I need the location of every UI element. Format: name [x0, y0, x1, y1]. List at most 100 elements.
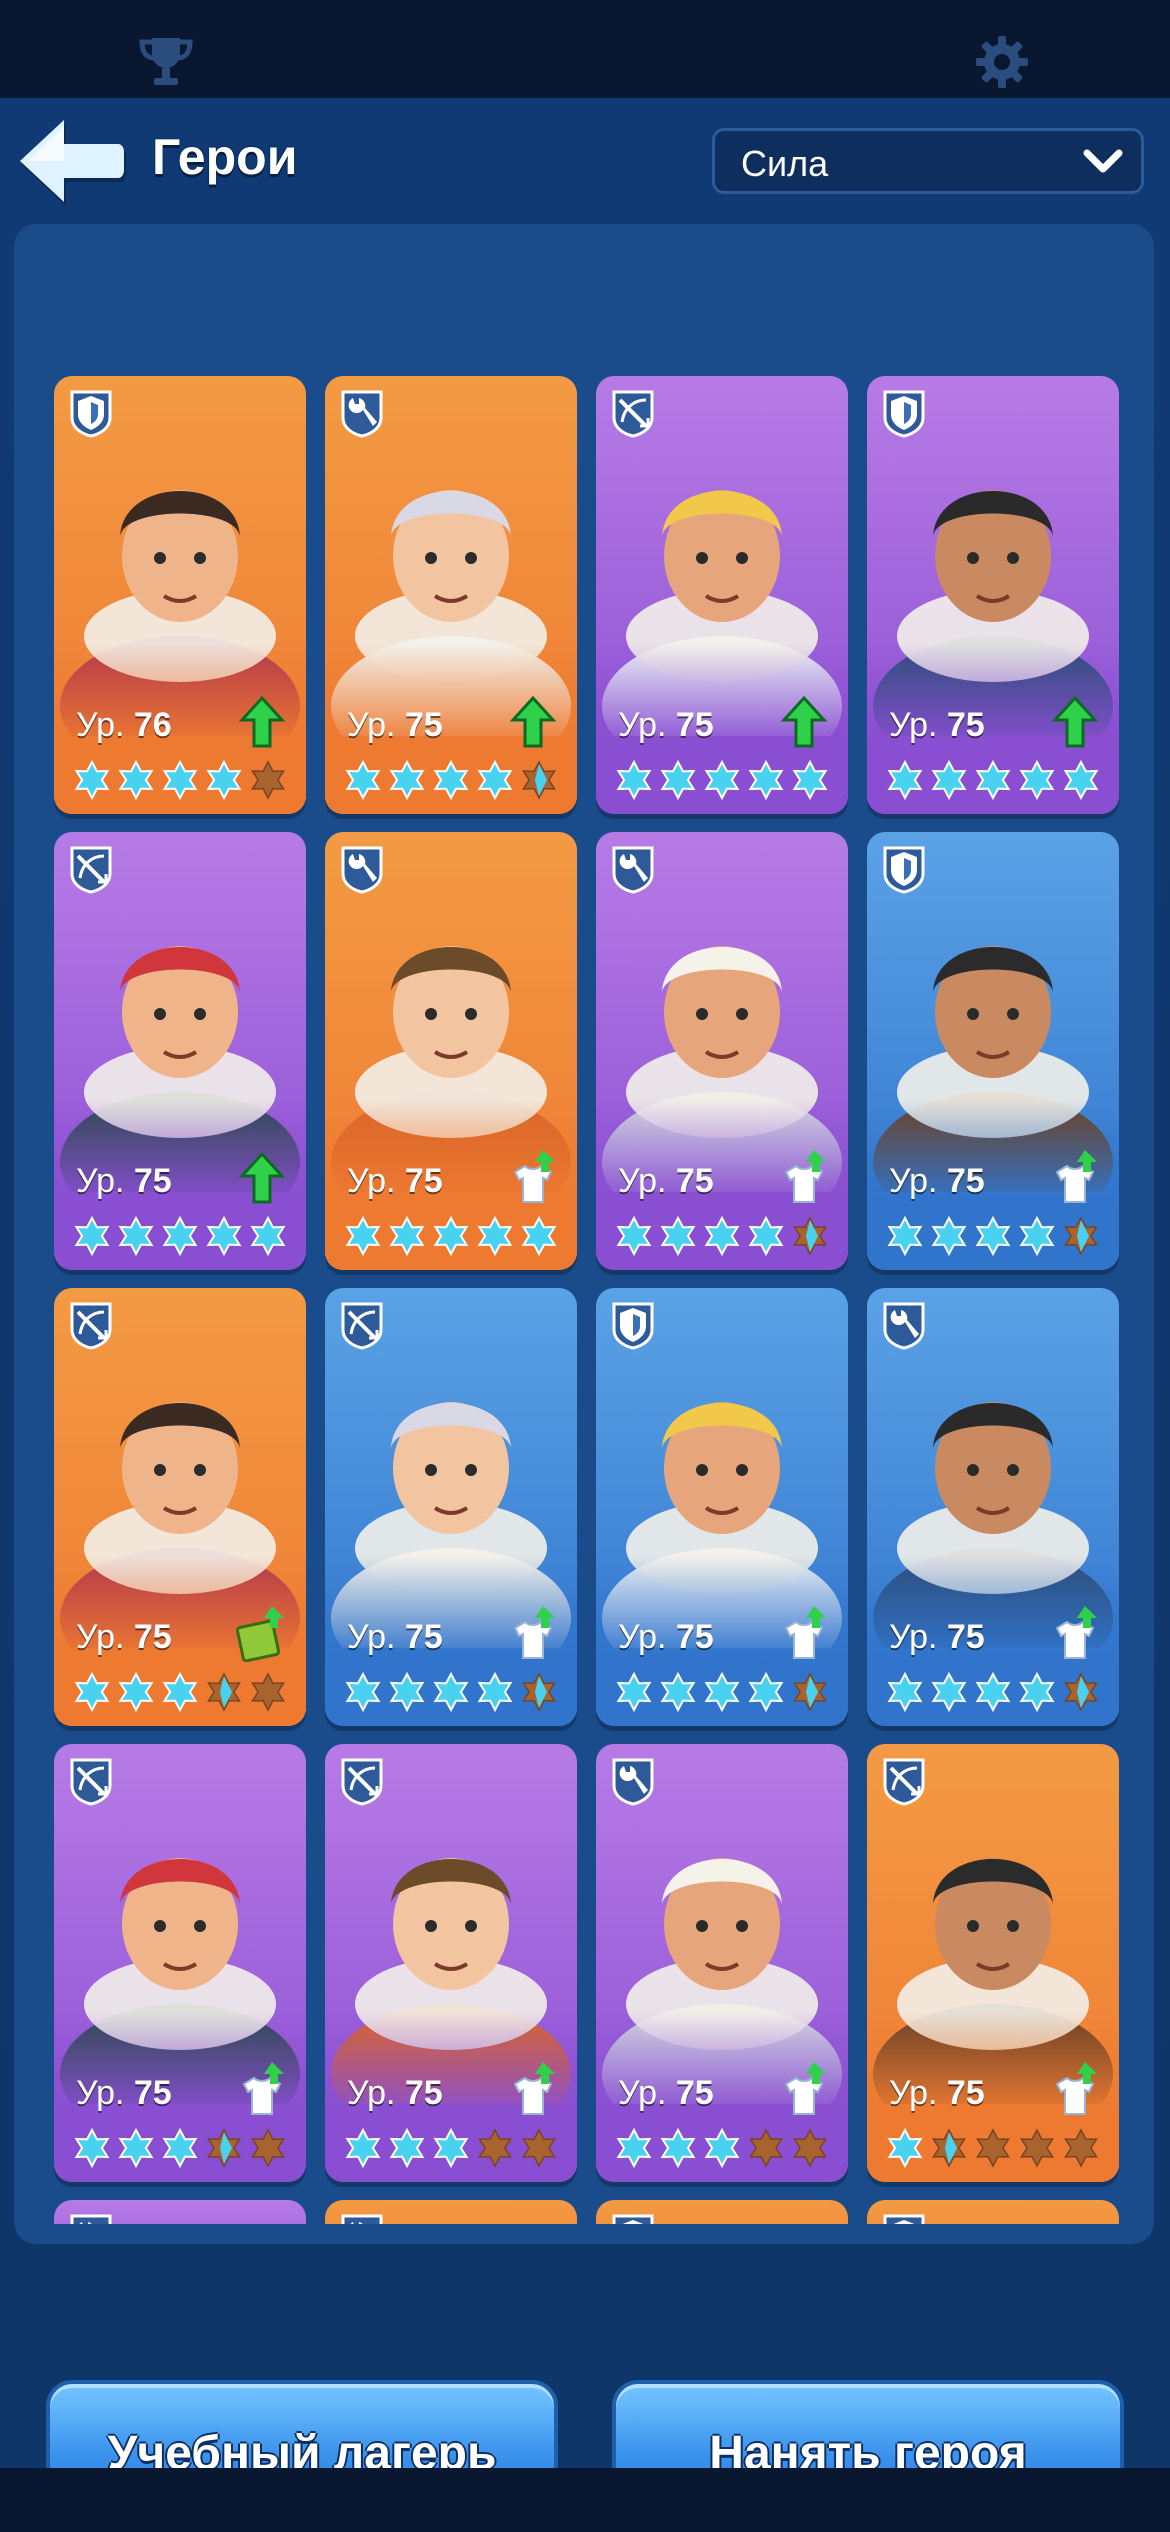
level-value: 76 — [133, 706, 172, 744]
level-prefix: Ур. — [347, 2074, 396, 2112]
hero-stars — [887, 760, 1099, 800]
level-value: 75 — [404, 2074, 443, 2112]
hero-level: Ур. 75 — [618, 2074, 714, 2113]
hero-card[interactable]: Ур. 75 — [325, 832, 577, 1270]
level-prefix: Ур. — [889, 706, 938, 744]
hero-level: Ур. 75 — [347, 706, 443, 745]
hero-card[interactable]: Ур. 75 — [325, 1288, 577, 1726]
hero-level: Ур. 75 — [76, 2074, 172, 2113]
level-value: 75 — [133, 1618, 172, 1656]
header: Герои Сила — [0, 98, 1170, 218]
heroes-grid[interactable]: Ур. 76 Ур. 75 Ур. 75 Ур. 75 Ур. 75 Ур. 75 Ур. … — [14, 224, 1154, 2224]
upgrade-gear-icon — [513, 1150, 555, 1203]
wrench-icon — [612, 1758, 654, 1806]
hero-stars — [74, 2128, 285, 2168]
hero-card[interactable]: Ур. 75 — [867, 1288, 1119, 1726]
trophy-icon[interactable] — [134, 30, 198, 94]
hero-stars — [616, 1216, 827, 1256]
sort-dropdown[interactable]: Сила — [712, 128, 1144, 194]
hero-level: Ур. 75 — [618, 1162, 714, 1201]
level-prefix: Ур. — [347, 1162, 396, 1200]
page-title: Герои — [152, 129, 298, 185]
level-prefix: Ур. — [889, 1162, 938, 1200]
hero-card[interactable]: Ур. 75 — [867, 832, 1119, 1270]
level-value: 75 — [946, 706, 985, 744]
shield-icon — [883, 2214, 925, 2224]
wrench-icon — [70, 2214, 112, 2224]
hero-stars — [616, 1672, 827, 1712]
hero-level: Ур. 75 — [889, 2074, 985, 2113]
gear-icon[interactable] — [970, 30, 1034, 94]
sort-value: Сила — [741, 143, 829, 184]
crossbow-icon — [612, 390, 654, 438]
level-value: 75 — [675, 2074, 714, 2112]
hero-card[interactable]: Ур. 75 — [325, 376, 577, 814]
crossbow-icon — [70, 1302, 112, 1350]
hero-card[interactable] — [54, 2200, 306, 2224]
hero-card[interactable] — [596, 2200, 848, 2224]
crossbow-icon — [70, 1758, 112, 1806]
hero-card[interactable]: Ур. 75 — [596, 376, 848, 814]
hero-card[interactable]: Ур. 75 — [596, 1744, 848, 2182]
crossbow-icon — [883, 1758, 925, 1806]
heroes-screen: Герои Сила Ур. 76 Ур. 75 Ур. 75 Ур. 75 Ур. 7… — [0, 98, 1170, 2518]
chevron-down-icon — [1083, 149, 1123, 173]
level-prefix: Ур. — [618, 2074, 667, 2112]
hero-level: Ур. 75 — [347, 2074, 443, 2113]
crossbow-icon — [341, 1758, 383, 1806]
top-bar — [0, 0, 1170, 98]
hero-level: Ур. 75 — [889, 1618, 985, 1657]
level-prefix: Ур. — [347, 706, 396, 744]
shield-icon — [883, 390, 925, 438]
shield-icon — [883, 846, 925, 894]
hero-level: Ур. 75 — [889, 1162, 985, 1201]
hero-stars — [345, 2128, 556, 2168]
hero-level: Ур. 75 — [618, 1618, 714, 1657]
hero-card[interactable] — [325, 2200, 577, 2224]
hero-card[interactable]: Ур. 76 — [54, 376, 306, 814]
upgrade-arrow-icon — [509, 695, 557, 748]
shield-icon — [70, 390, 112, 438]
level-prefix: Ур. — [889, 2074, 938, 2112]
level-value: 75 — [675, 706, 714, 744]
upgrade-gear-icon — [1055, 2062, 1097, 2115]
heroes-grid-panel: Ур. 76 Ур. 75 Ур. 75 Ур. 75 Ур. 75 Ур. 75 Ур. … — [14, 224, 1154, 2244]
shield-icon — [612, 1302, 654, 1350]
upgrade-gear-icon — [784, 1606, 826, 1659]
wrench-icon — [612, 846, 654, 894]
level-value: 75 — [946, 2074, 985, 2112]
upgrade-arrow-icon — [780, 695, 828, 748]
hero-card[interactable]: Ур. 75 — [596, 1288, 848, 1726]
hero-stars — [887, 2128, 1098, 2168]
hero-stars — [345, 1216, 557, 1256]
hero-card[interactable]: Ур. 75 — [867, 376, 1119, 814]
hero-level: Ур. 75 — [76, 1162, 172, 1201]
level-prefix: Ур. — [618, 1162, 667, 1200]
hero-level: Ур. 76 — [76, 706, 172, 745]
hero-card[interactable]: Ур. 75 — [596, 832, 848, 1270]
hero-level: Ур. 75 — [618, 706, 714, 745]
wrench-icon — [341, 390, 383, 438]
level-prefix: Ур. — [76, 706, 125, 744]
crossbow-icon — [341, 1302, 383, 1350]
hero-card[interactable]: Ур. 75 — [867, 1744, 1119, 2182]
upgrade-book-icon — [235, 1606, 284, 1662]
level-prefix: Ур. — [618, 706, 667, 744]
hero-card[interactable] — [867, 2200, 1119, 2224]
hero-card[interactable]: Ур. 75 — [54, 832, 306, 1270]
upgrade-gear-icon — [513, 2062, 555, 2115]
hero-card[interactable]: Ур. 75 — [54, 1288, 306, 1726]
back-arrow-icon[interactable] — [14, 116, 126, 206]
hero-level: Ур. 75 — [889, 706, 985, 745]
hero-card[interactable]: Ур. 75 — [54, 1744, 306, 2182]
level-value: 75 — [133, 1162, 172, 1200]
upgrade-gear-icon — [784, 1150, 826, 1203]
hero-card[interactable]: Ур. 75 — [325, 1744, 577, 2182]
upgrade-arrow-icon — [1051, 695, 1099, 748]
hero-stars — [345, 760, 556, 800]
upgrade-gear-icon — [1055, 1150, 1097, 1203]
hero-stars — [887, 1672, 1098, 1712]
hero-stars — [616, 760, 828, 800]
hero-level: Ур. 75 — [76, 1618, 172, 1657]
upgrade-arrow-icon — [238, 695, 286, 748]
